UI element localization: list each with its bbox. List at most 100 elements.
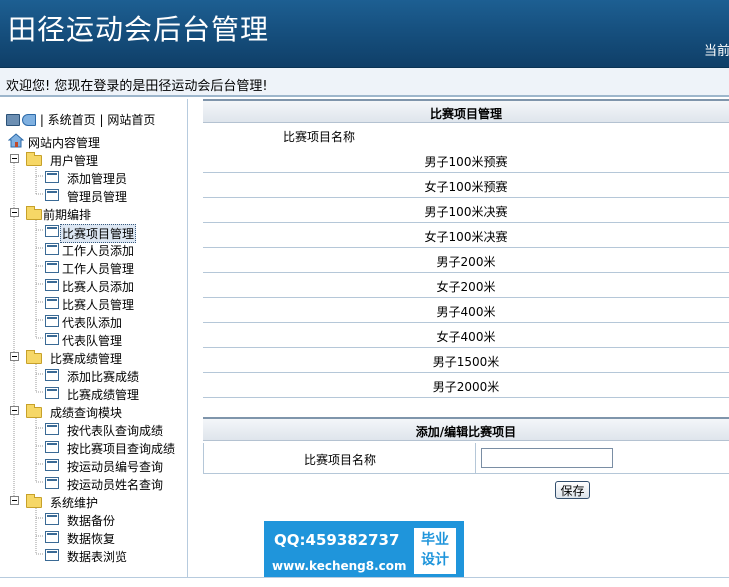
folder-icon [26, 152, 42, 166]
tree-group-score-mgmt[interactable]: 比赛成绩管理 [0, 349, 140, 366]
tree-item-add-score[interactable]: 添加比赛成绩 [0, 367, 170, 384]
watermark-site: www.kecheng8.com [272, 559, 407, 573]
table-row[interactable]: 女子100米决赛 [203, 223, 729, 248]
globe-icon [22, 113, 36, 126]
page-icon [45, 297, 59, 309]
table-row[interactable]: 男子100米决赛 [203, 198, 729, 223]
tree-item-add-admin[interactable]: 添加管理员 [0, 169, 170, 186]
event-name-input[interactable] [481, 448, 613, 468]
home-icon [8, 133, 24, 148]
tree-item-event-mgmt[interactable]: 比赛项目管理 [0, 223, 170, 243]
event-name-cell: 女子100米决赛 [424, 230, 508, 244]
tree-item-label: 按代表队查询成绩 [67, 424, 164, 438]
tree-item-team-mgmt[interactable]: 代表队管理 [0, 331, 170, 348]
sidebar-top-links: | 系统首页 | 网站首页 [6, 111, 155, 127]
save-button[interactable]: 保存 [555, 481, 590, 499]
table-row[interactable]: 女子400米 [203, 323, 729, 348]
table-row[interactable]: 男子100米预赛 [203, 148, 729, 173]
event-name-cell: 男子2000米 [432, 380, 500, 394]
events-panel-title: 比赛项目管理 [429, 107, 502, 121]
page-icon [45, 531, 59, 543]
tree-item-data-restore[interactable]: 数据恢复 [0, 529, 170, 546]
tree-item-query-by-number[interactable]: 按运动员编号查询 [0, 457, 182, 474]
collapse-icon[interactable] [10, 352, 19, 361]
tree-item-add-staff[interactable]: 工作人员添加 [0, 241, 170, 258]
table-row[interactable]: 男子2000米 [203, 373, 729, 398]
tree-group-label: 前期编排 [43, 208, 92, 222]
tree-item-staff-mgmt[interactable]: 工作人员管理 [0, 259, 170, 276]
page-icon [45, 261, 59, 273]
collapse-icon[interactable] [10, 406, 19, 415]
watermark-banner: QQ:459382737 www.kecheng8.com 毕业 设计 [264, 521, 464, 583]
tree-group-label: 用户管理 [50, 154, 99, 168]
tree-item-label: 按运动员编号查询 [67, 460, 164, 474]
tree-group-pre-arrangement[interactable]: 前期编排 [0, 205, 120, 222]
collapse-icon[interactable] [10, 496, 19, 505]
badge-line-1: 毕业 [421, 532, 449, 548]
app-header: 田径运动会后台管理 当前 [0, 0, 729, 67]
table-header-row: 比赛项目名称 [203, 123, 729, 148]
table-row[interactable]: 女子100米预赛 [203, 173, 729, 198]
event-name-cell: 女子100米预赛 [424, 180, 508, 194]
tree-item-query-by-event[interactable]: 按比赛项目查询成绩 [0, 439, 182, 456]
tree-group-label: 比赛成绩管理 [50, 352, 123, 366]
badge-line-2: 设计 [421, 552, 449, 568]
watermark-qq: QQ:459382737 [274, 531, 400, 549]
folder-icon [26, 206, 42, 220]
page-icon [45, 225, 59, 237]
tree-item-label: 工作人员管理 [62, 262, 135, 276]
page-icon [45, 189, 59, 201]
sidebar: | 系统首页 | 网站首页 网站内容管理 用户管理 添加管理员 管理员管理 前期… [0, 99, 188, 577]
page-icon [45, 315, 59, 327]
table-row[interactable]: 男子1500米 [203, 348, 729, 373]
tree-group-system-maintenance[interactable]: 系统维护 [0, 493, 120, 510]
watermark-badge: 毕业 设计 [414, 528, 456, 574]
tree-item-label: 添加管理员 [67, 172, 128, 186]
website-home-link[interactable]: | 网站首页 [100, 113, 156, 127]
tree-item-label: 按比赛项目查询成绩 [67, 442, 176, 456]
tree-root-label: 网站内容管理 [28, 136, 101, 150]
tree-item-label: 数据表浏览 [67, 550, 128, 564]
system-home-link[interactable]: | 系统首页 [40, 113, 96, 127]
tree-item-query-by-name[interactable]: 按运动员姓名查询 [0, 475, 182, 492]
folder-icon [26, 494, 42, 508]
table-row[interactable]: 男子200米 [203, 248, 729, 273]
event-name-cell: 女子400米 [436, 330, 496, 344]
tree-root[interactable]: 网站内容管理 [6, 133, 126, 150]
tree-item-label: 数据备份 [67, 514, 116, 528]
page-icon [45, 513, 59, 525]
page-icon [45, 549, 59, 561]
column-header-event-name: 比赛项目名称 [283, 130, 356, 144]
tree-group-label: 系统维护 [50, 496, 99, 510]
page-icon [45, 459, 59, 471]
table-row[interactable]: 男子400米 [203, 298, 729, 323]
folder-icon [26, 404, 42, 418]
tree-item-add-team[interactable]: 代表队添加 [0, 313, 170, 330]
page-icon [45, 243, 59, 255]
page-icon [45, 387, 59, 399]
tree-item-label: 工作人员添加 [62, 244, 135, 258]
tree-item-label: 比赛人员管理 [62, 298, 135, 312]
collapse-icon[interactable] [10, 154, 19, 163]
tree-item-table-browse[interactable]: 数据表浏览 [0, 547, 170, 564]
welcome-bar: 欢迎您! 您现在登录的是田径运动会后台管理! [0, 67, 729, 97]
tree-item-add-athlete[interactable]: 比赛人员添加 [0, 277, 170, 294]
edit-panel-title: 添加/编辑比赛项目 [415, 425, 517, 439]
tree-item-data-backup[interactable]: 数据备份 [0, 511, 170, 528]
page-icon [45, 171, 59, 183]
tree-item-athlete-mgmt[interactable]: 比赛人员管理 [0, 295, 170, 312]
tree-item-label: 比赛人员添加 [62, 280, 135, 294]
tree-item-label: 添加比赛成绩 [67, 370, 140, 384]
tree-item-label: 代表队管理 [62, 334, 123, 348]
tree-item-score-list[interactable]: 比赛成绩管理 [0, 385, 170, 402]
event-name-cell: 男子400米 [436, 305, 496, 319]
tree-group-score-query[interactable]: 成绩查询模块 [0, 403, 140, 420]
collapse-icon[interactable] [10, 208, 19, 217]
tree-group-user-mgmt[interactable]: 用户管理 [0, 151, 120, 168]
page-icon [45, 333, 59, 345]
tree-group-label: 成绩查询模块 [50, 406, 123, 420]
tree-item-query-by-team[interactable]: 按代表队查询成绩 [0, 421, 182, 438]
table-row[interactable]: 女子200米 [203, 273, 729, 298]
event-name-cell: 男子100米决赛 [424, 205, 508, 219]
tree-item-admin-mgmt[interactable]: 管理员管理 [0, 187, 170, 204]
